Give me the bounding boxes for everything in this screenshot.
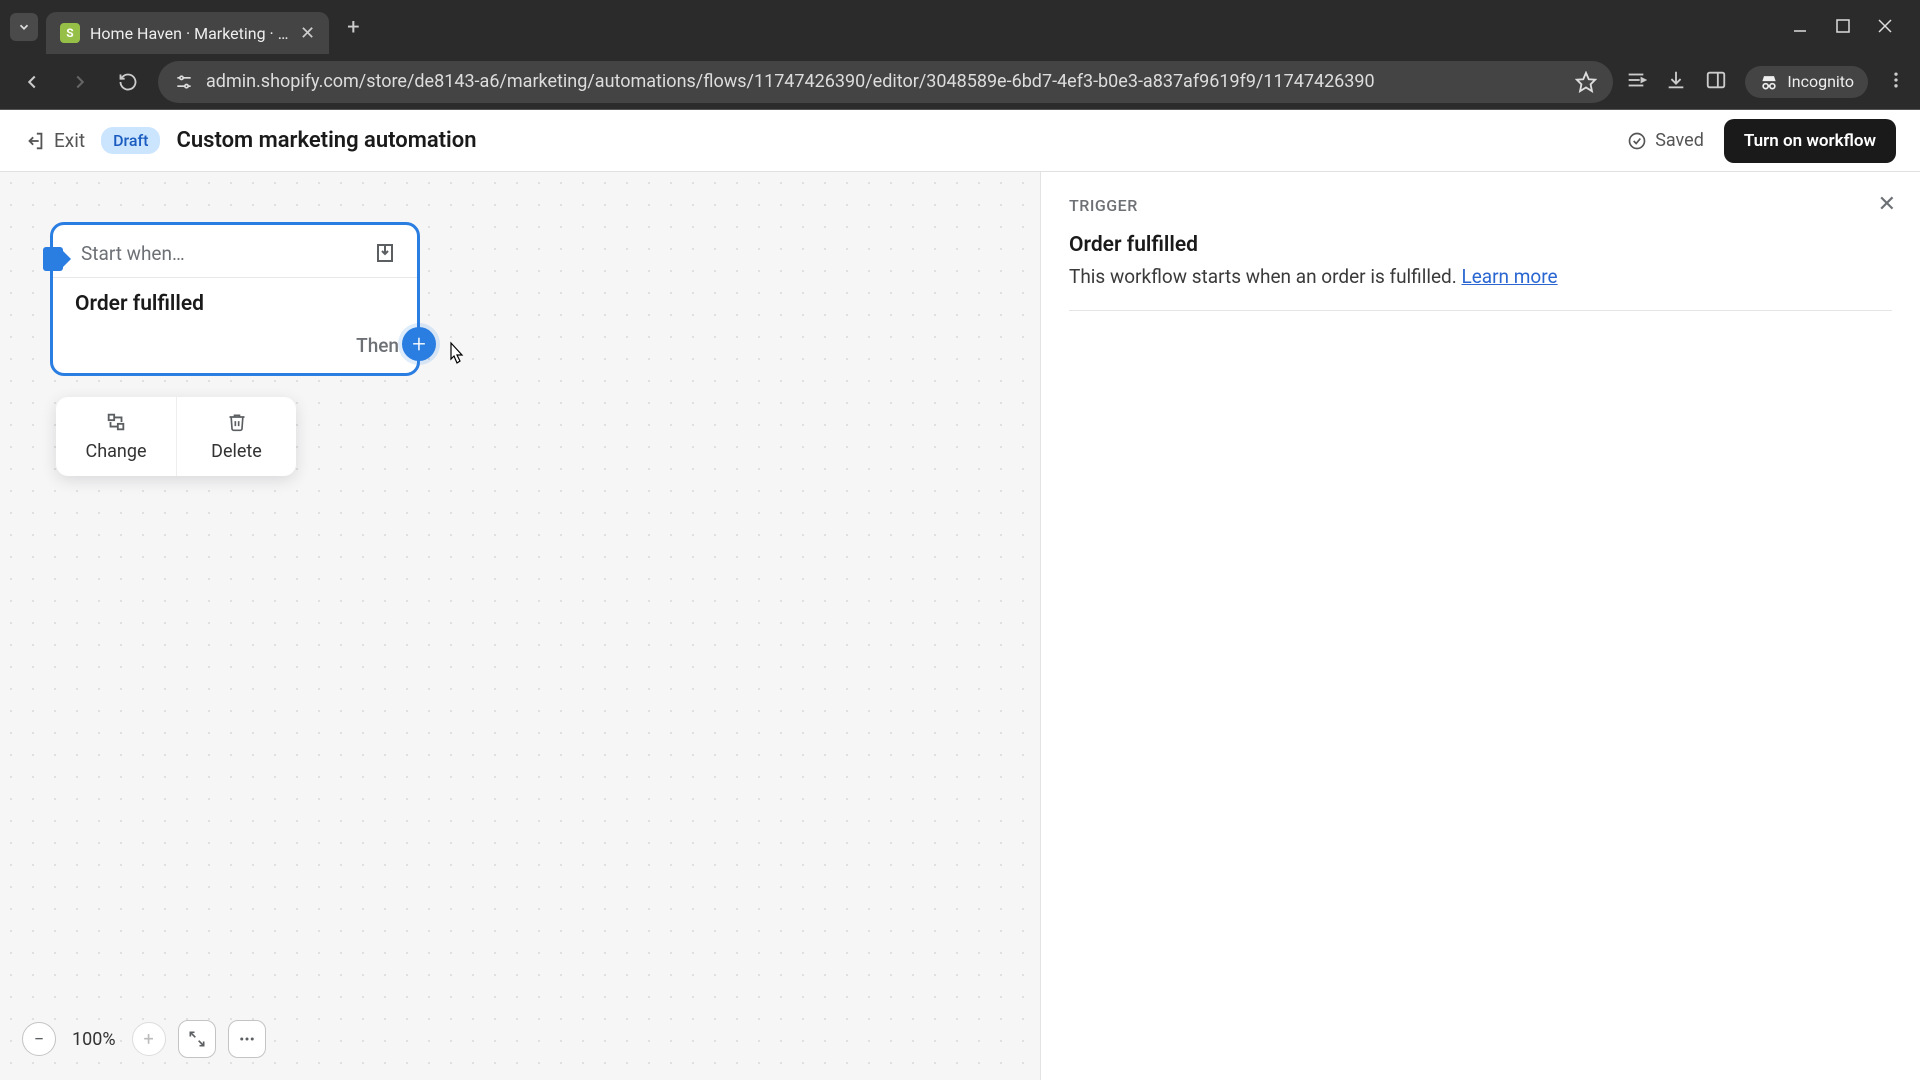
trigger-node[interactable]: Start when… Order fulfilled Then +: [50, 222, 420, 376]
change-icon: [105, 411, 127, 433]
panel-heading: TRIGGER: [1069, 196, 1892, 215]
toolbar-right-icons: Incognito: [1625, 66, 1906, 98]
bookmark-star-icon[interactable]: [1575, 71, 1597, 93]
panel-description: This workflow starts when an order is fu…: [1069, 265, 1892, 288]
window-controls: [1792, 19, 1910, 35]
workflow-canvas[interactable]: Start when… Order fulfilled Then + Chang…: [0, 172, 1040, 1080]
learn-more-link[interactable]: Learn more: [1461, 265, 1557, 288]
tab-search-button[interactable]: [10, 13, 38, 41]
back-button[interactable]: [14, 64, 50, 100]
add-step-button[interactable]: +: [402, 327, 436, 361]
incognito-icon: [1759, 72, 1779, 92]
main-area: Start when… Order fulfilled Then + Chang…: [0, 172, 1920, 1080]
close-window-button[interactable]: [1878, 19, 1892, 35]
saved-label: Saved: [1655, 130, 1704, 151]
panel-divider: [1069, 310, 1892, 311]
node-then-label: Then: [356, 334, 399, 357]
url-field[interactable]: admin.shopify.com/store/de8143-a6/market…: [158, 61, 1613, 103]
delete-trigger-button[interactable]: Delete: [176, 397, 296, 476]
shopify-favicon: S: [60, 23, 80, 43]
new-tab-button[interactable]: +: [337, 15, 369, 40]
change-trigger-button[interactable]: Change: [56, 397, 176, 476]
turn-on-workflow-button[interactable]: Turn on workflow: [1724, 119, 1896, 163]
zoom-out-button[interactable]: −: [22, 1022, 56, 1056]
forward-button[interactable]: [62, 64, 98, 100]
trash-icon: [227, 411, 247, 433]
change-label: Change: [85, 441, 146, 462]
panel-title: Order fulfilled: [1069, 233, 1892, 257]
side-panel-icon[interactable]: [1705, 69, 1727, 95]
more-canvas-options-button[interactable]: [228, 1020, 266, 1058]
side-panel: ✕ TRIGGER Order fulfilled This workflow …: [1040, 172, 1920, 1080]
import-icon[interactable]: [371, 239, 399, 267]
zoom-in-button[interactable]: +: [132, 1022, 166, 1056]
exit-button[interactable]: Exit: [24, 129, 85, 152]
media-control-icon[interactable]: [1625, 69, 1647, 95]
saved-indicator: Saved: [1627, 130, 1704, 151]
tab-strip: S Home Haven · Marketing · Aut ✕ +: [0, 0, 1920, 54]
exit-icon: [24, 130, 46, 152]
browser-menu-icon[interactable]: [1886, 70, 1906, 94]
site-settings-icon[interactable]: [174, 72, 194, 92]
page-title: Custom marketing automation: [176, 128, 476, 153]
panel-close-button[interactable]: ✕: [1878, 192, 1896, 217]
tab-close-icon[interactable]: ✕: [300, 23, 315, 44]
zoom-level-label: 100%: [68, 1029, 120, 1050]
incognito-label: Incognito: [1787, 72, 1854, 91]
address-bar: admin.shopify.com/store/de8143-a6/market…: [0, 54, 1920, 110]
browser-chrome: S Home Haven · Marketing · Aut ✕ + admin…: [0, 0, 1920, 110]
browser-tab[interactable]: S Home Haven · Marketing · Aut ✕: [46, 12, 329, 54]
node-trigger-name: Order fulfilled: [53, 278, 417, 334]
fit-view-button[interactable]: [178, 1020, 216, 1058]
delete-label: Delete: [211, 441, 262, 462]
trigger-node-notch: [43, 247, 63, 271]
saved-check-icon: [1627, 131, 1647, 151]
exit-label: Exit: [54, 129, 85, 152]
cursor-pointer-icon: [444, 341, 466, 363]
node-toolbar: Change Delete: [56, 397, 296, 476]
incognito-indicator[interactable]: Incognito: [1745, 66, 1868, 98]
tab-title: Home Haven · Marketing · Aut: [90, 24, 290, 43]
reload-button[interactable]: [110, 64, 146, 100]
url-text: admin.shopify.com/store/de8143-a6/market…: [206, 71, 1563, 92]
panel-desc-text: This workflow starts when an order is fu…: [1069, 265, 1461, 288]
app-header: Exit Draft Custom marketing automation S…: [0, 110, 1920, 172]
draft-badge: Draft: [101, 127, 160, 154]
minimize-button[interactable]: [1792, 19, 1808, 35]
maximize-button[interactable]: [1836, 19, 1850, 35]
node-start-label: Start when…: [81, 242, 185, 265]
zoom-controls: − 100% +: [22, 1020, 266, 1058]
downloads-icon[interactable]: [1665, 69, 1687, 95]
